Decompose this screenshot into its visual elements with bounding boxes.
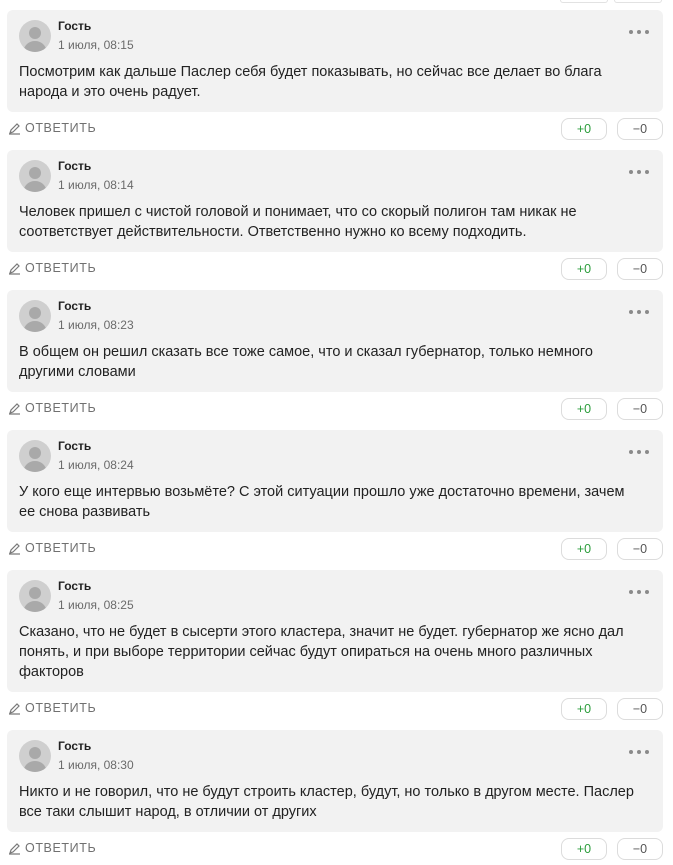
more-options-icon[interactable] [629,29,649,35]
comment-date: 1 июля, 08:25 [58,598,134,612]
comment-card: Гость 1 июля, 08:23 В общем он решил ска… [7,290,663,392]
more-options-icon[interactable] [629,749,649,755]
more-options-icon[interactable] [629,309,649,315]
vote-up-button[interactable]: +0 [561,258,607,280]
comment: Гость 1 июля, 08:24 У кого еще интервью … [7,430,663,560]
comment: Гость 1 июля, 08:30 Никто и не говорил, … [7,730,663,860]
vote-down-button[interactable]: −0 [617,538,663,560]
avatar [19,20,51,52]
vote-up-button[interactable]: +0 [561,398,607,420]
comment-date: 1 июля, 08:15 [58,38,134,52]
vote-down-button[interactable]: −0 [617,118,663,140]
reply-label: ОТВЕТИТЬ [25,121,97,135]
comment-date: 1 июля, 08:30 [58,758,134,772]
pencil-icon [9,702,20,715]
avatar [19,740,51,772]
more-options-icon[interactable] [629,169,649,175]
comment-text: Никто и не говорил, что не будут строить… [19,784,634,820]
comment-text: В общем он решил сказать все тоже самое,… [19,344,593,380]
comment-card: Гость 1 июля, 08:14 Человек пришел с чис… [7,150,663,252]
comment-author: Гость [58,159,92,173]
vote-down-button[interactable]: −0 [617,398,663,420]
more-options-icon[interactable] [629,589,649,595]
avatar [19,440,51,472]
reply-button[interactable]: ОТВЕТИТЬ [8,401,96,415]
reply-label: ОТВЕТИТЬ [25,541,97,555]
comment-card: Гость 1 июля, 08:24 У кого еще интервью … [7,430,663,532]
pencil-icon [9,262,20,275]
avatar [19,160,51,192]
comment-author: Гость [58,439,92,453]
vote-down-button[interactable]: −0 [617,258,663,280]
reply-label: ОТВЕТИТЬ [25,701,97,715]
reply-label: ОТВЕТИТЬ [25,401,97,415]
comment-author: Гость [58,739,92,753]
comment-card: Гость 1 июля, 08:25 Сказано, что не буде… [7,570,663,692]
avatar [19,300,51,332]
comment-author: Гость [58,579,92,593]
reply-button[interactable]: ОТВЕТИТЬ [8,121,96,135]
reply-button[interactable]: ОТВЕТИТЬ [8,541,96,555]
comment-date: 1 июля, 08:24 [58,458,134,472]
comment: Гость 1 июля, 08:23 В общем он решил ска… [7,290,663,420]
comment: Гость 1 июля, 08:15 Посмотрим как дальше… [7,10,663,140]
comment-author: Гость [58,19,92,33]
vote-up-button[interactable]: +0 [561,118,607,140]
pencil-icon [9,842,20,855]
comment-text: У кого еще интервью возьмёте? С этой сит… [19,484,625,520]
vote-plus-stub [560,0,608,3]
vote-down-button[interactable]: −0 [617,838,663,860]
vote-up-button[interactable]: +0 [561,538,607,560]
vote-minus-stub [614,0,662,3]
comment-date: 1 июля, 08:14 [58,178,134,192]
pencil-icon [9,402,20,415]
avatar [19,580,51,612]
reply-button[interactable]: ОТВЕТИТЬ [8,701,96,715]
comment-date: 1 июля, 08:23 [58,318,134,332]
pencil-icon [9,542,20,555]
pencil-icon [9,122,20,135]
reply-label: ОТВЕТИТЬ [25,841,97,855]
comment-text: Сказано, что не будет в сысерти этого кл… [19,624,624,680]
vote-up-button[interactable]: +0 [561,838,607,860]
comment-author: Гость [58,299,92,313]
comment-card: Гость 1 июля, 08:30 Никто и не говорил, … [7,730,663,832]
comment-text: Посмотрим как дальше Паслер себя будет п… [19,64,602,100]
reply-button[interactable]: ОТВЕТИТЬ [8,261,96,275]
comment: Гость 1 июля, 08:25 Сказано, что не буде… [7,570,663,720]
more-options-icon[interactable] [629,449,649,455]
comment: Гость 1 июля, 08:14 Человек пришел с чис… [7,150,663,280]
vote-up-button[interactable]: +0 [561,698,607,720]
comment-text: Человек пришел с чистой головой и понима… [19,204,577,240]
reply-label: ОТВЕТИТЬ [25,261,97,275]
reply-button[interactable]: ОТВЕТИТЬ [8,841,96,855]
comment-card: Гость 1 июля, 08:15 Посмотрим как дальше… [7,10,663,112]
vote-down-button[interactable]: −0 [617,698,663,720]
